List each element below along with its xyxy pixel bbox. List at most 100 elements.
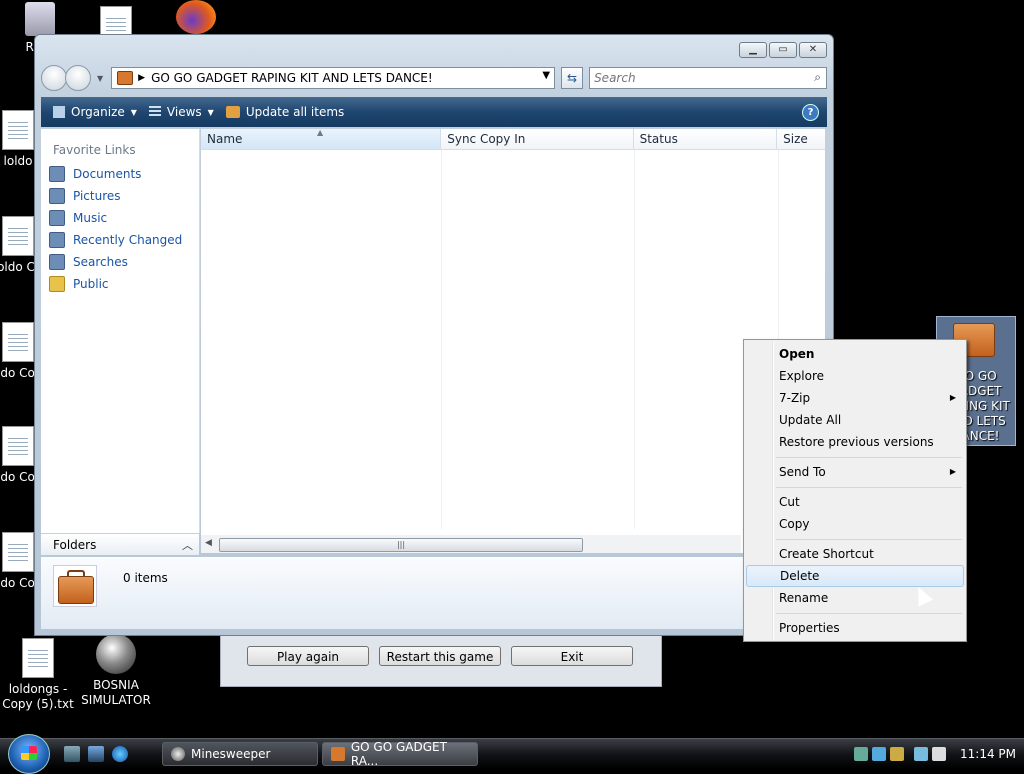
desktop-icon-firefox[interactable] (156, 0, 236, 34)
views-button[interactable]: Views ▼ (148, 105, 214, 119)
mine-icon (96, 634, 136, 674)
file-list[interactable]: ▲ Name Sync Copy In Status Size ◀ ||| (201, 128, 825, 553)
favorite-link-recently-changed[interactable]: Recently Changed (41, 229, 199, 251)
column-header-name[interactable]: ▲ Name (201, 128, 442, 149)
taskbar-button-explorer[interactable]: GO GO GADGET RA... (322, 740, 478, 768)
start-button[interactable] (8, 734, 50, 774)
favorite-link-pictures[interactable]: Pictures (41, 185, 199, 207)
caption-buttons: ▁ ▭ ✕ (739, 42, 827, 58)
menu-item-restore-previous-versions[interactable]: Restore previous versions (746, 431, 964, 453)
task-label: Minesweeper (191, 747, 271, 761)
chevron-up-icon: ︿ (182, 538, 193, 552)
horizontal-scrollbar[interactable]: ◀ ||| (201, 535, 741, 553)
folders-toggle[interactable]: Folders ︿ (41, 533, 199, 555)
scroll-left-icon[interactable]: ◀ (205, 538, 212, 548)
navigation-pane: Favorite Links Documents Pictures Music … (41, 129, 200, 533)
searches-icon (49, 254, 65, 270)
exit-button[interactable]: Exit (511, 646, 633, 666)
menu-item-copy[interactable]: Copy (746, 513, 964, 535)
favorite-link-documents[interactable]: Documents (41, 163, 199, 185)
help-icon[interactable]: ? (802, 104, 819, 121)
display-icon[interactable] (914, 747, 928, 761)
update-all-items-button[interactable]: Update all items (225, 105, 345, 119)
favorite-link-public[interactable]: Public (41, 273, 199, 295)
menu-item-cut[interactable]: Cut (746, 491, 964, 513)
folders-label: Folders (53, 537, 97, 552)
favorite-label: Documents (73, 167, 142, 181)
music-icon (49, 210, 65, 226)
column-header-status[interactable]: Status (634, 129, 778, 149)
organize-button[interactable]: Organize ▼ (53, 105, 137, 119)
menu-item-send-to[interactable]: Send To ▶ (746, 461, 964, 483)
menu-item-update-all[interactable]: Update All (746, 409, 964, 431)
pictures-icon (49, 188, 65, 204)
search-box[interactable]: ⌕ (589, 67, 828, 89)
recent-pages-dropdown-icon[interactable]: ▼ (97, 74, 103, 83)
favorite-link-music[interactable]: Music (41, 207, 199, 229)
search-input[interactable] (590, 68, 797, 88)
play-again-button[interactable]: Play again (247, 646, 369, 666)
maximize-button[interactable]: ▭ (769, 42, 797, 58)
address-text: GO GO GADGET RAPING KIT AND LETS DANCE! (151, 71, 433, 85)
favorite-label: Searches (73, 255, 128, 269)
security-icon[interactable] (890, 747, 904, 761)
update-all-label: Update all items (245, 105, 345, 119)
favorite-label: Music (73, 211, 108, 225)
task-label: GO GO GADGET RA... (350, 740, 447, 768)
submenu-arrow-icon: ▶ (949, 393, 956, 402)
address-bar[interactable]: ▶ GO GO GADGET RAPING KIT AND LETS DANCE… (111, 67, 556, 89)
chevron-down-icon: ▼ (207, 107, 214, 117)
windows-logo-icon (21, 746, 37, 760)
organize-label: Organize (71, 105, 125, 119)
menu-item-properties[interactable]: Properties (746, 617, 964, 639)
clock[interactable]: 11:14 PM (960, 747, 1016, 761)
briefcase-sync-icon (225, 106, 240, 118)
context-menu: Open Explore 7-Zip ▶ Update All Restore p… (743, 339, 967, 642)
close-button[interactable]: ✕ (799, 42, 827, 58)
text-file-icon (22, 638, 54, 678)
sort-ascending-icon: ▲ (317, 128, 324, 137)
address-dropdown-icon[interactable]: ▼ (542, 70, 550, 81)
restart-game-button[interactable]: Restart this game (379, 646, 501, 666)
favorite-label: Recently Changed (73, 233, 183, 247)
menu-item-explore[interactable]: Explore (746, 365, 964, 387)
favorite-link-searches[interactable]: Searches (41, 251, 199, 273)
internet-explorer-icon[interactable] (112, 746, 128, 762)
column-guides (201, 150, 825, 529)
network-icon[interactable] (872, 747, 886, 761)
taskbar-button-minesweeper[interactable]: Minesweeper (162, 742, 318, 766)
submenu-arrow-icon: ▶ (949, 467, 956, 476)
menu-item-7zip[interactable]: 7-Zip ▶ (746, 387, 964, 409)
briefcase-icon (331, 747, 345, 761)
desktop-icon-loldongs-copy-5[interactable]: loldongs - Copy (5).txt (0, 638, 78, 712)
search-icon[interactable]: ⌕ (814, 70, 821, 85)
sync-center-icon[interactable] (854, 747, 868, 761)
switch-windows-icon[interactable] (88, 746, 104, 762)
folder-icon (49, 276, 65, 292)
menu-item-create-shortcut[interactable]: Create Shortcut (746, 543, 964, 565)
refresh-button[interactable]: ⇆ (561, 67, 584, 89)
breadcrumb-arrow-icon[interactable]: ▶ (138, 73, 145, 83)
favorite-links-title: Favorite Links (53, 143, 136, 157)
column-header-sync-copy-in[interactable]: Sync Copy In (441, 129, 634, 149)
text-file-icon (2, 322, 34, 362)
forward-button[interactable] (65, 65, 91, 91)
back-button[interactable] (41, 65, 67, 91)
firefox-icon (176, 0, 216, 34)
mine-icon (171, 747, 185, 761)
views-icon (148, 106, 161, 118)
column-header-size[interactable]: Size (777, 129, 825, 149)
column-headers: ▲ Name Sync Copy In Status Size (201, 128, 825, 150)
command-toolbar: Organize ▼ Views ▼ Update all items ? (41, 97, 827, 127)
menu-item-open[interactable]: Open (746, 343, 964, 365)
desktop-icon-label: loldongs - Copy (5).txt (2, 682, 74, 711)
menu-item-delete[interactable]: Delete (746, 565, 964, 587)
minimize-button[interactable]: ▁ (739, 42, 767, 58)
show-desktop-icon[interactable] (64, 746, 80, 762)
desktop-icon-bosnia-simulator[interactable]: BOSNIA SIMULATOR (76, 634, 156, 708)
scrollbar-thumb[interactable]: ||| (219, 538, 583, 552)
text-file-icon (2, 426, 34, 466)
volume-muted-icon[interactable] (932, 747, 946, 761)
briefcase-large-icon (53, 565, 97, 607)
views-label: Views (166, 105, 202, 119)
